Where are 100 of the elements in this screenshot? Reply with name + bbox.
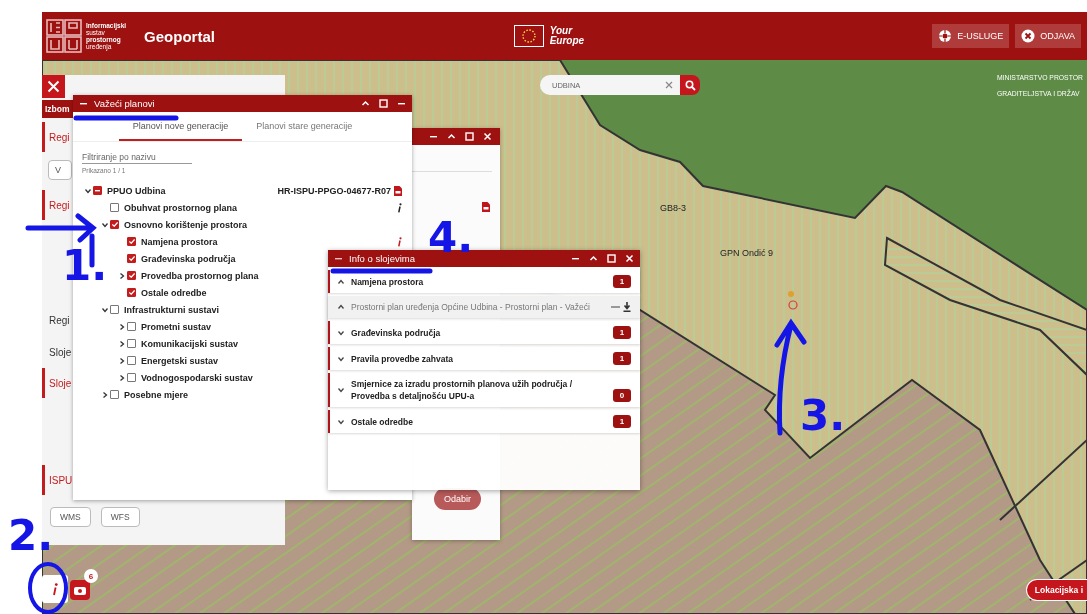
circle-mark	[28, 562, 68, 614]
service-button[interactable]: WMS	[50, 507, 91, 527]
close-icon[interactable]	[625, 254, 634, 263]
download-icon[interactable]	[623, 302, 631, 312]
chevron-down-icon[interactable]	[337, 328, 345, 337]
chevron-up-icon[interactable]	[337, 277, 345, 286]
maximize-icon[interactable]	[379, 99, 388, 108]
chevron-right-icon[interactable]	[117, 373, 126, 382]
checkbox[interactable]	[127, 237, 136, 246]
layer-item-row[interactable]: Prostorni plan uređenja Općine Udbina - Prostorni plan - Važeći	[328, 296, 640, 318]
search-button[interactable]	[680, 75, 700, 95]
checkbox[interactable]	[127, 339, 136, 348]
checkbox[interactable]	[110, 203, 119, 212]
collapse-icon[interactable]	[589, 254, 598, 263]
chevron-down-icon[interactable]	[337, 417, 345, 426]
your-europe-logo-text: Your Europe	[549, 26, 586, 46]
checkbox[interactable]	[127, 373, 136, 382]
layer-label: Komunikacijski sustav	[141, 338, 239, 349]
layer-label: Vodnogospodarski sustav	[141, 372, 253, 383]
layer-label: PPUO Udbina	[107, 185, 166, 196]
checkmark-icon	[128, 239, 135, 244]
minus-icon	[95, 189, 100, 192]
checkbox[interactable]	[127, 288, 136, 297]
logout-button[interactable]: ODJAVA	[1015, 24, 1081, 48]
annotation-number: 4.	[428, 213, 474, 262]
layer-label: Ostale odredbe	[141, 287, 207, 298]
layer-label: Osnovno korištenje prostora	[124, 219, 248, 230]
pdf-file-icon[interactable]	[482, 202, 490, 212]
chevron-right-icon[interactable]	[117, 356, 126, 365]
tab[interactable]: Planovi nove generacije	[118, 117, 243, 141]
checkbox[interactable]	[127, 356, 136, 365]
chevron-down-icon[interactable]	[100, 305, 109, 314]
chevron-down-icon[interactable]	[100, 220, 109, 229]
section-heading[interactable]: Sloje	[42, 337, 76, 367]
option-button[interactable]: V	[48, 160, 72, 180]
tab[interactable]: Planovi stare generacije	[242, 117, 367, 141]
eu-flag-icon	[513, 25, 544, 47]
chevron-up-icon[interactable]	[337, 303, 345, 311]
checkbox[interactable]	[127, 322, 136, 331]
gear-icon	[938, 29, 953, 43]
layer-name: Pravila provedbe zahvata	[351, 352, 455, 365]
layer-label: Namjena prostora	[141, 236, 218, 247]
chevron-down-icon[interactable]	[83, 186, 92, 195]
chevron-right-icon[interactable]	[117, 271, 126, 280]
checkbox[interactable]	[127, 271, 136, 280]
maximize-icon[interactable]	[465, 132, 474, 141]
section-heading[interactable]: Regi	[42, 305, 76, 335]
app-title: Geoportal	[144, 27, 215, 45]
checkbox[interactable]	[110, 220, 119, 229]
filter-field[interactable]: Filtriranje po nazivu	[82, 151, 192, 164]
chevron-right-icon[interactable]	[117, 322, 126, 331]
count-badge: 1	[613, 415, 631, 428]
checkbox[interactable]	[127, 254, 136, 263]
annotation-number: 3.	[800, 391, 846, 440]
layer-label: Posebne mjere	[124, 389, 189, 400]
close-icon	[47, 80, 60, 93]
layer-label: Prometni sustav	[141, 321, 212, 332]
layer-label: Obuhvat prostornog plana	[124, 202, 237, 213]
layer-label: Građevinska područja	[141, 253, 236, 264]
count-badge: 0	[613, 389, 631, 402]
search-icon	[684, 79, 696, 91]
count-badge: 1	[613, 275, 631, 288]
layer-group-row[interactable]: Smjernice za izradu prostornih planova užih područja / Provedba s detaljnošću UPU-a 0	[328, 373, 640, 407]
close-icon[interactable]	[483, 132, 492, 141]
maximize-icon[interactable]	[607, 254, 616, 263]
logo-icon	[46, 19, 82, 53]
chevron-right-icon[interactable]	[117, 339, 126, 348]
checkbox[interactable]	[110, 390, 119, 399]
select-button[interactable]: Odabir	[434, 488, 481, 510]
collapse-icon[interactable]	[447, 132, 456, 141]
close-button[interactable]	[42, 75, 65, 98]
chevron-down-icon[interactable]	[337, 354, 345, 363]
layer-group-row[interactable]: Namjena prostora 1	[328, 270, 640, 293]
checkmark-icon	[111, 222, 118, 227]
info-icon[interactable]	[397, 202, 402, 213]
checkmark-icon	[128, 290, 135, 295]
checkbox[interactable]	[110, 305, 119, 314]
layer-group-row[interactable]: Građevinska područja 1	[328, 321, 640, 344]
camera-icon	[74, 585, 86, 595]
chevron-down-icon[interactable]	[337, 386, 345, 394]
plan-code: HR-ISPU-PPGO-04677-R07	[277, 185, 391, 196]
service-button[interactable]: WFS	[100, 507, 140, 527]
info-icon[interactable]	[397, 236, 402, 247]
services-button[interactable]: E-USLUGE	[932, 24, 1010, 48]
clear-icon[interactable]	[665, 81, 673, 89]
camera-button[interactable]	[70, 580, 90, 600]
map-label: GB8-3	[660, 203, 686, 213]
info-icon	[52, 582, 58, 596]
layer-label: Infrastrukturni sustavi	[124, 304, 220, 315]
chevron-right-icon[interactable]	[100, 390, 109, 399]
window-title: Važeći planovi	[94, 98, 156, 109]
layer-group-row[interactable]: Ostale odredbe 1	[328, 410, 640, 433]
count-badge: 1	[613, 352, 631, 365]
layer-name: Građevinska područja	[351, 326, 442, 339]
pdf-file-icon[interactable]	[394, 185, 402, 196]
close-circle-icon	[1021, 29, 1036, 43]
layer-group-row[interactable]: Pravila provedbe zahvata 1	[328, 347, 640, 370]
collapse-icon[interactable]	[361, 99, 370, 108]
location-info-button[interactable]: Lokacijska i	[1025, 579, 1087, 601]
checkbox[interactable]	[93, 186, 102, 195]
